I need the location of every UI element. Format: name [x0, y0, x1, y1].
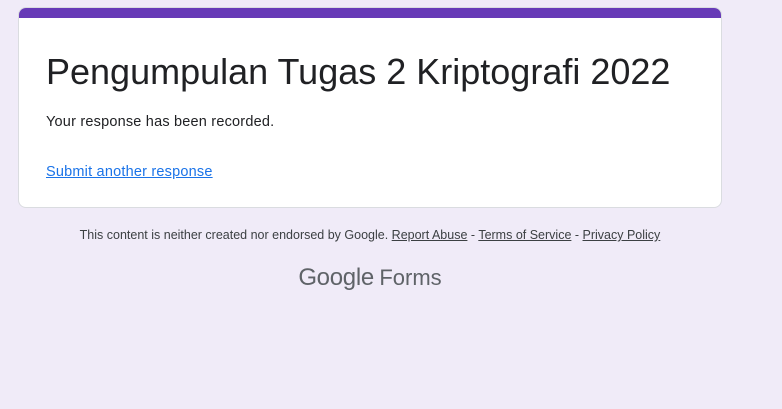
confirmation-message: Your response has been recorded.	[46, 114, 275, 130]
card-body: Pengumpulan Tugas 2 Kriptografi 2022 You…	[46, 52, 701, 182]
privacy-policy-link[interactable]: Privacy Policy	[583, 228, 661, 242]
footer-separator: -	[467, 228, 479, 242]
terms-of-service-link[interactable]: Terms of Service	[478, 228, 571, 242]
form-confirmation-card: Pengumpulan Tugas 2 Kriptografi 2022 You…	[18, 7, 722, 208]
footer-disclaimer: This content is neither created nor endo…	[79, 228, 389, 242]
brand-google-wordmark: Google	[298, 264, 374, 291]
brand-forms-wordmark: Forms	[379, 265, 442, 290]
google-forms-logo[interactable]: Google Forms	[18, 264, 722, 292]
card-accent-bar	[19, 8, 721, 18]
footer-separator: -	[571, 228, 583, 242]
footer: This content is neither created nor endo…	[18, 226, 722, 244]
form-title: Pengumpulan Tugas 2 Kriptografi 2022	[46, 51, 671, 92]
submit-another-response-link[interactable]: Submit another response	[46, 162, 213, 182]
report-abuse-link[interactable]: Report Abuse	[392, 228, 468, 242]
